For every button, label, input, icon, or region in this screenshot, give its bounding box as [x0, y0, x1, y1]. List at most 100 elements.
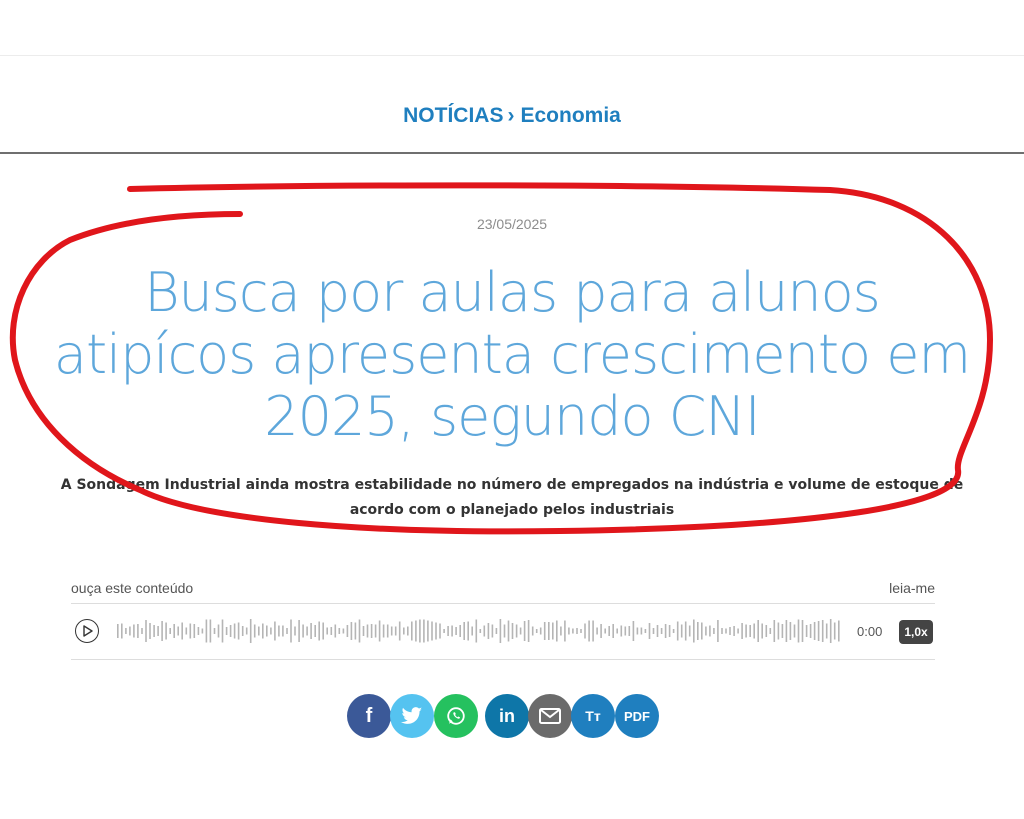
- waveform-bar: [705, 626, 707, 636]
- waveform-bar: [233, 623, 236, 639]
- playback-speed-button[interactable]: 1,0x: [899, 620, 933, 644]
- waveform-bar: [451, 625, 453, 637]
- waveform-bar: [785, 620, 788, 642]
- waveform-bar: [636, 627, 639, 635]
- waveform-bar: [338, 628, 341, 634]
- waveform-bar: [217, 624, 220, 638]
- waveform-bar: [479, 629, 482, 633]
- waveform-bar: [511, 623, 514, 639]
- envelope-icon: [539, 708, 561, 724]
- waveform-bar: [403, 627, 405, 635]
- waveform-bar: [415, 620, 417, 642]
- waveform-bar: [463, 622, 465, 640]
- waveform-bar: [765, 625, 768, 637]
- waveform-bar: [342, 628, 345, 634]
- waveform-bar: [741, 623, 743, 639]
- waveform-bar: [129, 626, 131, 636]
- facebook-share-button[interactable]: f: [347, 694, 391, 738]
- waveform-bar: [141, 628, 143, 634]
- waveform-bar: [620, 625, 623, 637]
- facebook-icon: f: [365, 704, 373, 727]
- waveform-bar: [270, 627, 272, 635]
- linkedin-share-button[interactable]: in: [485, 694, 529, 738]
- waveform-bar: [560, 626, 562, 636]
- font-size-button[interactable]: Tт: [571, 694, 615, 738]
- waveform-bar: [612, 624, 614, 638]
- waveform-bar: [523, 621, 526, 641]
- header-divider: [0, 152, 1024, 154]
- pdf-download-button[interactable]: PDF: [615, 694, 659, 738]
- waveform-bar: [249, 619, 252, 643]
- waveform-bar: [640, 627, 643, 635]
- waveform-bar: [237, 622, 240, 640]
- breadcrumb-category-link[interactable]: Economia: [520, 104, 620, 127]
- audio-waveform[interactable]: [117, 617, 842, 645]
- twitter-bird-icon: [401, 707, 423, 724]
- audio-divider-top: [71, 603, 935, 604]
- waveform-bar: [737, 628, 739, 634]
- waveform-bar: [133, 624, 135, 638]
- play-button[interactable]: [75, 619, 99, 643]
- waveform-bar: [294, 626, 296, 636]
- waveform-bar: [733, 626, 735, 636]
- waveform-bar: [709, 625, 711, 637]
- waveform-bar: [600, 624, 602, 638]
- waveform-bar: [664, 624, 667, 638]
- waveform-bar: [632, 621, 635, 641]
- waveform-bar: [576, 628, 578, 634]
- waveform-bar: [519, 627, 522, 635]
- waveform-bar: [568, 627, 570, 635]
- chevron-right-icon: ›: [507, 104, 515, 127]
- waveform-bar: [701, 622, 703, 640]
- waveform-bar: [229, 625, 232, 637]
- waveform-bar: [660, 628, 663, 634]
- waveform-bar: [221, 619, 224, 643]
- waveform-bar: [745, 624, 747, 638]
- waveform-bar: [177, 626, 179, 636]
- waveform-bar: [697, 622, 699, 640]
- waveform-bar: [604, 628, 606, 634]
- waveform-bar: [648, 623, 651, 639]
- waveform-bar: [749, 625, 751, 637]
- article-subtitle: A Sondagem Industrial ainda mostra estab…: [60, 477, 964, 518]
- waveform-bar: [684, 621, 687, 641]
- whatsapp-share-button[interactable]: [434, 694, 478, 738]
- leiame-link[interactable]: leia-me: [889, 580, 935, 596]
- waveform-bar: [543, 622, 546, 640]
- waveform-bar: [821, 620, 824, 642]
- waveform-bar: [656, 625, 659, 637]
- waveform-bar: [330, 627, 333, 635]
- waveform-bar: [499, 619, 502, 643]
- waveform-bar: [314, 625, 316, 637]
- waveform-bar: [801, 620, 804, 642]
- waveform-bar: [572, 628, 574, 634]
- waveform-bar: [302, 624, 304, 638]
- waveform-bar: [362, 626, 365, 636]
- waveform-bar: [548, 622, 550, 640]
- waveform-bar: [439, 623, 441, 639]
- page: NOTÍCIAS › Economia 23/05/2025 Busca por a…: [0, 0, 1024, 819]
- waveform-bar: [185, 627, 188, 635]
- waveform-bar: [318, 621, 320, 641]
- waveform-bar: [596, 627, 598, 635]
- waveform-bar: [286, 628, 288, 634]
- waveform-bar: [539, 627, 542, 635]
- waveform-bar: [165, 622, 167, 640]
- waveform-bar: [825, 623, 828, 639]
- waveform-bar: [431, 621, 433, 641]
- twitter-share-button[interactable]: [390, 694, 434, 738]
- waveform-bar: [366, 624, 369, 638]
- waveform-bar: [789, 622, 792, 640]
- waveform-bar: [628, 626, 631, 636]
- breadcrumb-section-link[interactable]: NOTÍCIAS: [403, 104, 503, 127]
- waveform-bar: [137, 624, 139, 638]
- waveform-bar: [370, 624, 373, 638]
- waveform-bar: [693, 619, 695, 643]
- waveform-bar: [507, 620, 510, 642]
- waveform-bar: [117, 624, 119, 638]
- waveform-bar: [817, 621, 820, 641]
- waveform-bar: [169, 628, 171, 634]
- waveform-bar: [153, 625, 155, 637]
- email-share-button[interactable]: [528, 694, 572, 738]
- waveform-bar: [813, 622, 816, 640]
